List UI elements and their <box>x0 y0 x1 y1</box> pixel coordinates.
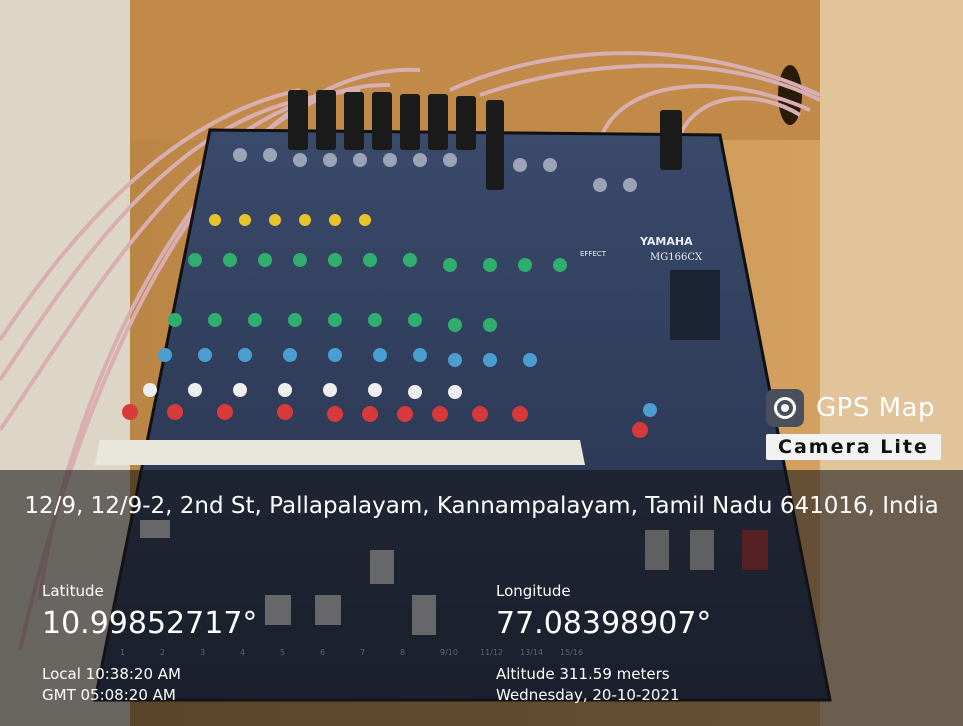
effect-label: EFFECT <box>580 250 607 258</box>
app-watermark: GPS Map Camera Lite <box>766 386 960 466</box>
latitude-value: 10.99852717° <box>42 606 258 641</box>
mixer-brand: YAMAHA <box>639 235 693 248</box>
mixer-model: MG166CX <box>650 252 703 263</box>
photo-frame: YAMAHA MG166CX EFFECT 123456789/1011/121… <box>0 0 963 726</box>
local-time: Local 10:38:20 AM <box>42 665 181 683</box>
gmt-time: GMT 05:08:20 AM <box>42 686 176 704</box>
longitude-value: 77.08398907° <box>496 606 712 641</box>
level-meter <box>670 270 720 340</box>
camera-lens-icon <box>766 389 804 427</box>
gps-info-panel: 12/9, 12/9-2, 2nd St, Pallapalayam, Kann… <box>0 470 963 726</box>
address-text: 12/9, 12/9-2, 2nd St, Pallapalayam, Kann… <box>24 493 939 519</box>
scribble-tape <box>95 440 585 465</box>
altitude: Altitude 311.59 meters <box>496 665 670 683</box>
watermark-subtitle: Camera Lite <box>766 434 941 460</box>
longitude-label: Longitude <box>496 582 571 600</box>
date: Wednesday, 20-10-2021 <box>496 686 680 704</box>
watermark-title: GPS Map <box>816 393 935 423</box>
latitude-label: Latitude <box>42 582 104 600</box>
